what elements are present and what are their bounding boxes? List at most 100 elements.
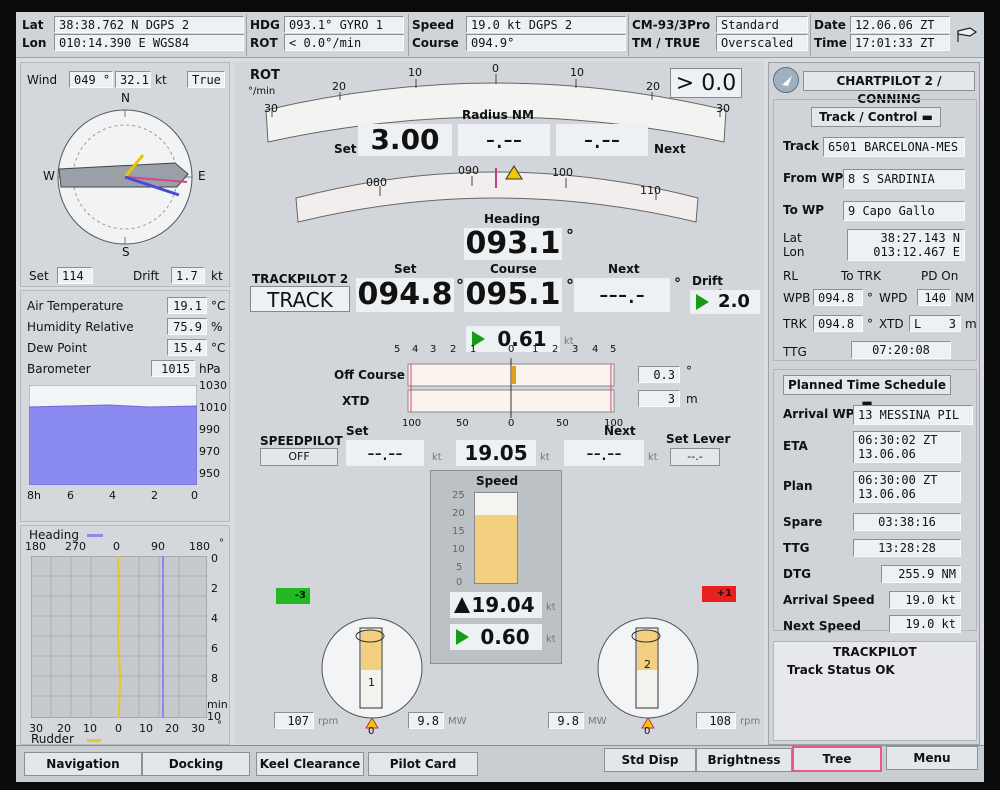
air-temp-label: Air Temperature (27, 299, 124, 313)
port-rpm-unit: rpm (318, 716, 339, 727)
wpd-unit: NM (955, 291, 975, 305)
navigation-button[interactable]: Navigation (24, 752, 142, 776)
course-set-value: 094.8 (356, 277, 454, 312)
course-next-degree: ° (674, 276, 681, 292)
wind-direction: 049 ° (69, 71, 113, 88)
conning-display: Lat 38:38.762 N DGPS 2 Lon 010:14.390 E … (16, 12, 984, 782)
flag-icon[interactable] (956, 26, 978, 48)
barometer-unit: hPa (199, 362, 221, 376)
drift-value: 1.7 (171, 267, 205, 284)
scale-status-value: Overscaled (716, 34, 808, 51)
tree-button[interactable]: Tree (792, 746, 882, 772)
port-engine-number: 1 (368, 676, 375, 689)
course-set-degree: ° (456, 276, 464, 295)
schedule-dropdown[interactable]: Planned Time Schedule ▬ (783, 375, 951, 410)
xtd-scale-label: 0 (508, 344, 515, 355)
baro-ytick: 970 (199, 445, 220, 458)
eta-time: 06:30:02 ZT (858, 433, 938, 447)
conning-center: ROT °/min > 0.0 30 20 10 0 10 20 30 Radi… (234, 62, 764, 745)
rudder-xtick: 30 (191, 722, 205, 735)
to-wp-label: To WP (783, 203, 825, 217)
std-disp-button[interactable]: Std Disp (604, 748, 696, 772)
wpb-degree: ° (867, 291, 873, 305)
time-value: 17:01:33 ZT (850, 34, 950, 51)
speed-next-value: --.-- (564, 440, 644, 466)
xtd-bottom-scale: 50 (556, 418, 569, 429)
hdg-value: 093.1° GYRO 1 (284, 16, 404, 33)
docking-button[interactable]: Docking (142, 752, 250, 776)
rl-label: RL (783, 269, 799, 283)
from-wp-value: 8 S SARDINIA (843, 169, 965, 189)
rot-tick: 0 (492, 62, 499, 75)
baro-xtick: 6 (67, 489, 74, 502)
speed-label: Speed (412, 18, 455, 32)
rot-value: < 0.0°/min (284, 34, 404, 51)
environment-panel: Air Temperature 19.1 °C Humidity Relativ… (20, 290, 230, 522)
wind-unit: kt (155, 73, 167, 87)
course-value: 095.1 (464, 277, 562, 312)
lat-value: 38:38.762 N DGPS 2 (54, 16, 244, 33)
rot-tick: 10 (570, 66, 584, 79)
lon-value: 010:14.390 E WGS84 (54, 34, 244, 51)
heading-label: Heading (484, 212, 541, 226)
speed-scale-tick: 10 (452, 544, 465, 555)
track-control-dropdown[interactable]: Track / Control ▬ (811, 107, 941, 127)
hdg-xtick: ° (219, 538, 224, 549)
pilot-card-button[interactable]: Pilot Card (368, 752, 478, 776)
speed-bar-label: Speed (476, 474, 519, 488)
lat-label: Lat (22, 18, 44, 32)
drift-arrow-icon (696, 294, 709, 310)
set-lever-value[interactable]: --.- (670, 448, 720, 466)
ttg2-value: 13:28:28 (853, 539, 961, 557)
xtd-side: L (914, 317, 922, 331)
port-power-unit: MW (448, 716, 467, 727)
heading-tick: 090 (458, 164, 479, 177)
eta-box: 06:30:02 ZT 13.06.06 (853, 431, 961, 463)
hdg-ytick: 2 (211, 582, 218, 595)
compass-west: W (43, 169, 55, 183)
arrival-wp-label: Arrival WP (783, 407, 855, 421)
speed-bar-fill (475, 514, 517, 583)
speed-set-unit: kt (432, 452, 442, 463)
course-label: Course (412, 36, 459, 50)
xtd-right-label: XTD (879, 317, 904, 331)
speed-scale-tick: 5 (456, 562, 463, 573)
pd-on-label: PD On (921, 269, 959, 283)
menu-button[interactable]: Menu (886, 746, 978, 770)
track-status: Track Status OK (787, 663, 895, 677)
course-label: Course (490, 262, 537, 276)
rudder-xtick: 10 (83, 722, 97, 735)
speedpilot-toggle[interactable]: OFF (260, 448, 338, 466)
chartpilot-logo-icon (773, 67, 799, 93)
heading-tick: 100 (552, 166, 573, 179)
divider (628, 14, 629, 56)
top-status-bar: Lat 38:38.762 N DGPS 2 Lon 010:14.390 E … (16, 12, 984, 58)
hdg-xtick: 180 (189, 540, 210, 553)
plan-box: 06:30:00 ZT 13.06.06 (853, 471, 961, 503)
dew-point-unit: °C (211, 341, 226, 355)
course-degree: ° (566, 276, 574, 295)
speed-value: 19.05 (456, 440, 536, 466)
arrival-speed-label: Arrival Speed (783, 593, 875, 607)
hdg-xtick: 180 (25, 540, 46, 553)
xtd-label: XTD (342, 394, 370, 408)
speed-value: 19.0 kt DGPS 2 (466, 16, 626, 33)
speed-unit: kt (540, 452, 550, 463)
rot-tick: 30 (264, 102, 278, 115)
wpd-value: 140 (917, 289, 951, 306)
stbd-rudder-zero: 0 (644, 726, 651, 737)
route-panel: CHARTPILOT 2 / CONNING Track / Control ▬… (768, 62, 980, 745)
from-wp-label: From WP (783, 171, 844, 185)
next-speed-label: Next Speed (783, 619, 861, 633)
heading-tick: 080 (366, 176, 387, 189)
drift-unit: kt (211, 269, 223, 283)
bottom-button-bar: Navigation Docking Keel Clearance Pilot … (16, 745, 984, 782)
keel-clearance-button[interactable]: Keel Clearance (256, 752, 364, 776)
divider (408, 14, 409, 56)
arrival-wp-value: 13 MESSINA PIL (853, 405, 973, 425)
track-mode-value[interactable]: TRACK (250, 286, 350, 312)
lon-label: Lon (22, 36, 47, 50)
hdg-ytick: 6 (211, 642, 218, 655)
brightness-button[interactable]: Brightness (696, 748, 792, 772)
wind-label: Wind (27, 73, 58, 87)
